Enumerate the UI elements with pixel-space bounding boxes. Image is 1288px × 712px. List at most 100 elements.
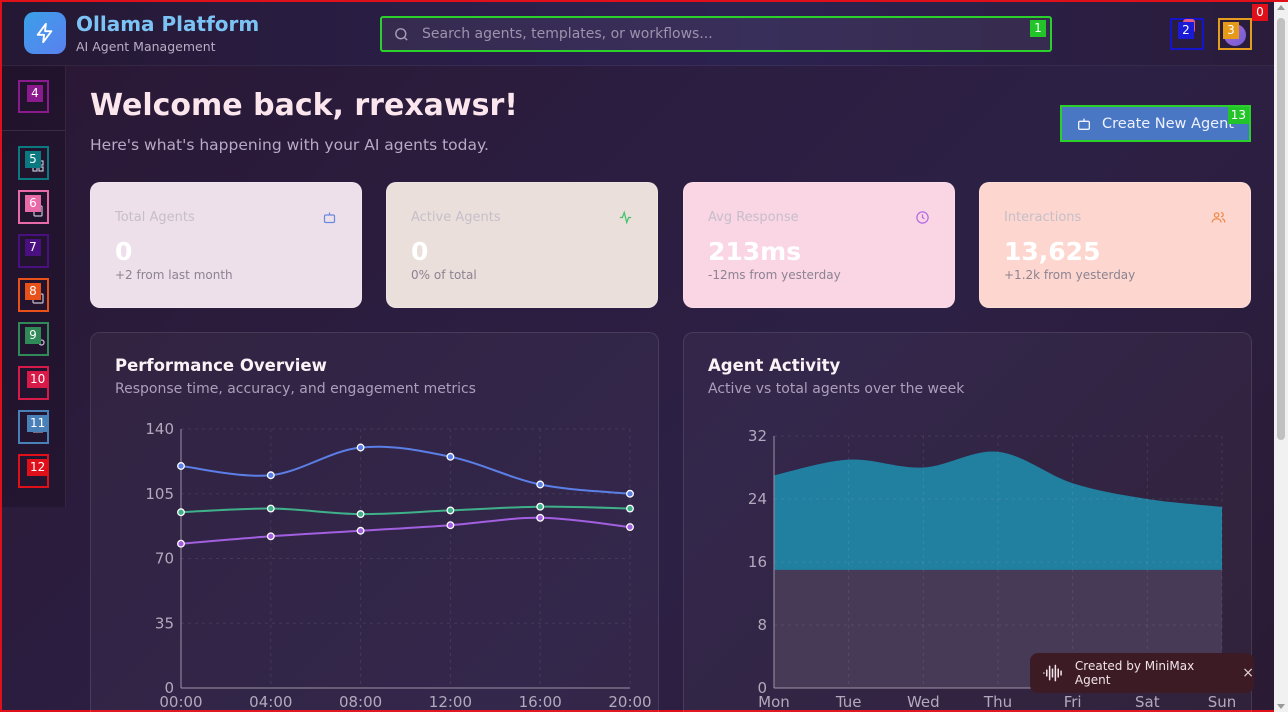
data-point: [177, 462, 185, 470]
x-tick-label: Sat: [1135, 693, 1160, 711]
lightning-icon: [36, 22, 53, 44]
data-point: [446, 521, 455, 530]
waveform-icon: [1043, 664, 1062, 682]
sidebar: 4 5 6 7 8 9 10 11 12: [2, 66, 66, 507]
search-icon: [395, 27, 408, 41]
x-tick-label: Thu: [983, 693, 1012, 711]
y-tick-label: 32: [748, 427, 767, 445]
marker-badge: 10: [27, 371, 49, 388]
stat-value: 0: [411, 237, 429, 266]
y-tick-label: 140: [145, 420, 174, 438]
data-point: [536, 480, 545, 489]
x-tick-label: Fri: [1064, 693, 1082, 711]
stat-card-active-agents: Active Agents 0 0% of total: [386, 182, 658, 308]
profile-button[interactable]: 3: [1218, 18, 1252, 50]
data-point: [356, 510, 365, 519]
stat-label: Total Agents: [115, 210, 195, 225]
scroll-up-arrow-icon[interactable]: [1277, 5, 1285, 10]
stat-card-avg-response: Avg Response 213ms -12ms from yesterday: [683, 182, 955, 308]
y-tick-label: 105: [145, 485, 174, 503]
data-point: [177, 539, 185, 548]
stat-value: 13,625: [1004, 237, 1101, 266]
data-point: [356, 526, 365, 535]
activity-icon: [619, 210, 632, 225]
data-point: [626, 489, 634, 498]
x-tick-label: Wed: [907, 693, 940, 711]
data-point: [626, 523, 634, 531]
data-point: [177, 508, 185, 517]
create-agent-button[interactable]: Create New Agent 13: [1060, 105, 1251, 142]
sidebar-item-settings[interactable]: 12: [18, 454, 49, 488]
scroll-down-arrow-icon[interactable]: [1277, 704, 1285, 709]
notifications-button[interactable]: 2: [1170, 18, 1204, 50]
x-tick-label: 12:00: [429, 693, 472, 711]
scrollbar[interactable]: [1274, 2, 1288, 712]
stat-delta: +1.2k from yesterday: [1004, 268, 1136, 282]
sidebar-item-templates[interactable]: 7: [18, 234, 49, 268]
marker-badge: 8: [25, 283, 41, 300]
users-icon: [1211, 211, 1226, 223]
stat-label: Avg Response: [708, 210, 799, 225]
data-point: [266, 532, 275, 541]
search-bar[interactable]: 1: [380, 16, 1052, 52]
x-tick-label: 08:00: [339, 693, 382, 711]
bot-icon: [1078, 118, 1090, 130]
clock-icon: [916, 211, 929, 224]
close-icon[interactable]: ×: [1242, 665, 1254, 681]
marker-badge: 11: [27, 415, 49, 432]
y-tick-label: 8: [757, 616, 767, 634]
marker-badge: 13: [1227, 107, 1249, 124]
data-point: [446, 506, 455, 515]
marker-badge: 5: [25, 151, 41, 168]
logo: [24, 12, 66, 54]
brand-title: Ollama Platform: [76, 12, 260, 36]
sidebar-toggle-button[interactable]: 4: [18, 80, 49, 113]
stat-card-total-agents: Total Agents 0 +2 from last month: [90, 182, 362, 308]
marker-badge: 4: [27, 85, 43, 102]
data-point: [266, 504, 275, 513]
marker-badge: 0: [1252, 4, 1268, 21]
page-subtitle: Here's what's happening with your AI age…: [90, 136, 489, 154]
series-line: [180, 516, 631, 545]
scrollbar-thumb[interactable]: [1277, 18, 1285, 440]
create-agent-label: Create New Agent: [1102, 115, 1234, 132]
stat-value: 213ms: [708, 237, 802, 266]
series-line: [180, 505, 631, 516]
stat-delta: +2 from last month: [115, 268, 233, 282]
marker-badge: 1: [1030, 20, 1046, 37]
marker-badge: 9: [25, 327, 41, 344]
toast: Created by MiniMax Agent ×: [1030, 653, 1254, 693]
data-point: [536, 502, 545, 511]
marker-badge: 6: [25, 195, 41, 212]
sidebar-item-agents[interactable]: 6: [18, 190, 49, 224]
data-point: [356, 443, 365, 452]
data-point: [446, 452, 455, 461]
sidebar-item-analytics[interactable]: 9: [18, 322, 49, 356]
marker-badge: 3: [1223, 22, 1239, 39]
x-tick-label: 04:00: [249, 693, 292, 711]
brand-subtitle: AI Agent Management: [76, 39, 216, 54]
toast-text: Created by MiniMax Agent: [1074, 659, 1195, 687]
performance-chart: 0357010514000:00 04:00 08:00 12:00 16:00 20:0…: [145, 420, 651, 711]
stat-delta: 0% of total: [411, 268, 477, 282]
performance-panel: Performance Overview Response time, accu…: [90, 332, 659, 712]
bot-icon: [323, 212, 336, 224]
stat-delta: -12ms from yesterday: [708, 268, 841, 282]
x-tick-label: 20:00: [608, 693, 651, 711]
sidebar-item-dashboard[interactable]: 5: [18, 146, 49, 180]
stat-label: Active Agents: [411, 210, 501, 225]
y-tick-label: 35: [155, 614, 174, 632]
data-point: [266, 471, 275, 480]
sidebar-item-workflows[interactable]: 8: [18, 278, 49, 312]
stat-card-interactions: Interactions 13,625 +1.2k from yesterday: [979, 182, 1251, 308]
search-input[interactable]: [422, 26, 1050, 42]
data-point: [626, 504, 634, 513]
sidebar-item-integrations[interactable]: 10: [18, 366, 49, 400]
sidebar-item-logs[interactable]: 11: [18, 410, 49, 444]
x-tick-label: Mon: [758, 693, 790, 711]
marker-badge: 7: [25, 239, 41, 256]
x-tick-label: Sun: [1208, 693, 1237, 711]
x-tick-label: 00:00: [159, 693, 202, 711]
series-line: [180, 445, 631, 495]
y-tick-label: 24: [748, 490, 767, 508]
